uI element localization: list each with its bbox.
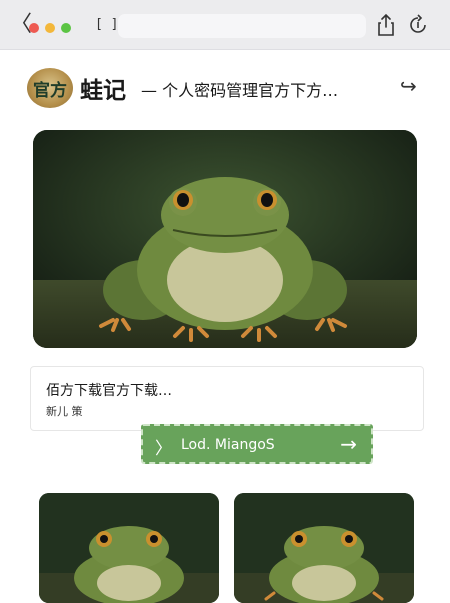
share-icon[interactable] xyxy=(376,13,396,37)
forward-icon[interactable]: ↪ xyxy=(400,74,417,98)
reload-icon[interactable] xyxy=(406,13,430,37)
arrow-right-icon: → xyxy=(340,432,357,456)
back-icon[interactable]: 〈 xyxy=(10,14,32,37)
address-bar[interactable] xyxy=(118,14,366,38)
page-subtitle: — 个人密码管理官方下方… xyxy=(141,81,339,100)
hero-frog-image xyxy=(33,130,417,348)
thumbnail-frog-2[interactable] xyxy=(234,493,414,603)
minimize-window-dot[interactable] xyxy=(45,23,55,33)
close-window-dot[interactable] xyxy=(29,23,39,33)
download-card[interactable]: 佰方下载官方下载… 新儿 策 xyxy=(30,366,424,431)
maximize-window-dot[interactable] xyxy=(61,23,71,33)
chevron-right-icon: 〉 xyxy=(155,439,172,459)
browser-toolbar: 〈 [ ] xyxy=(0,0,450,50)
app-logo: 官方 xyxy=(27,68,73,108)
logo-text: 官方 xyxy=(33,80,67,101)
page-title: 蛙记 xyxy=(80,78,126,104)
tabs-icon[interactable]: [ ] xyxy=(95,17,118,32)
thumbnail-frog-1[interactable] xyxy=(39,493,219,603)
card-subtitle: 新儿 策 xyxy=(46,405,83,418)
card-title: 佰方下载官方下载… xyxy=(46,383,172,399)
download-button[interactable]: 〉 Lod. MiangoS → xyxy=(141,424,373,464)
download-button-label: Lod. MiangoS xyxy=(181,437,275,453)
